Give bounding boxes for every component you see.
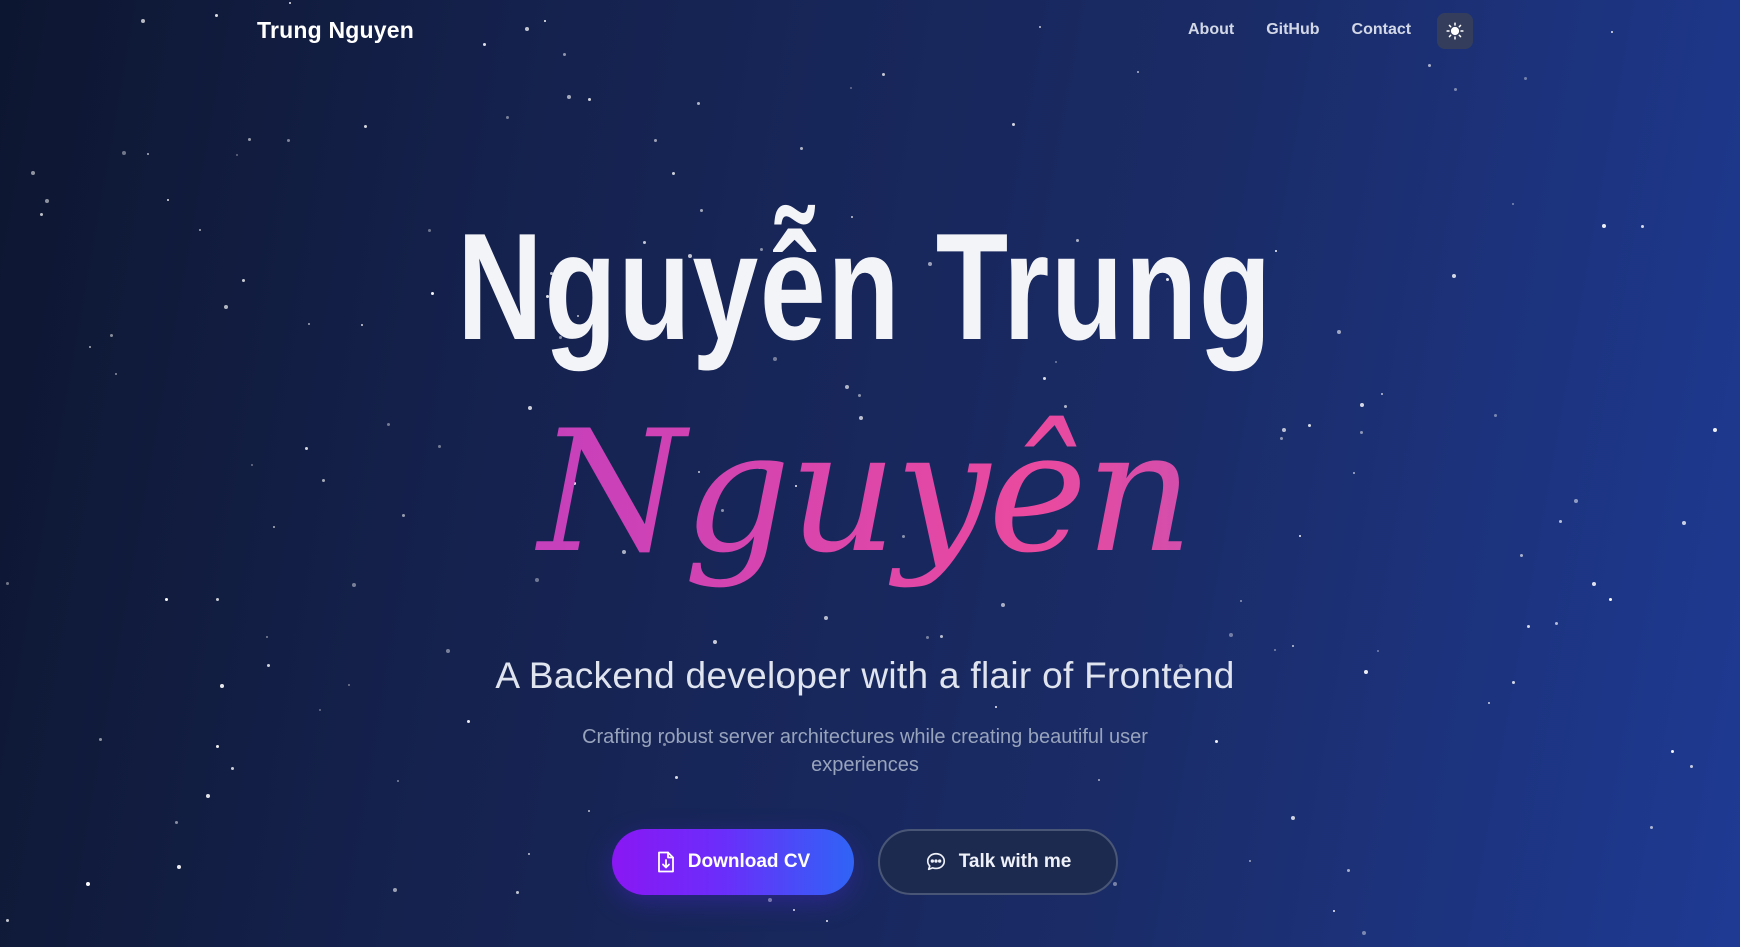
star: [467, 720, 470, 723]
star: [1527, 625, 1530, 628]
nav-links: About GitHub Contact: [1188, 21, 1443, 39]
star: [206, 794, 210, 798]
star: [1650, 826, 1653, 829]
star: [588, 810, 590, 812]
star: [850, 87, 852, 89]
star: [1488, 702, 1490, 704]
star: [147, 153, 149, 155]
star: [654, 139, 657, 142]
star: [1098, 779, 1100, 781]
sun-icon: [1446, 22, 1464, 40]
nav-link-contact[interactable]: Contact: [1352, 21, 1412, 39]
star: [1671, 750, 1674, 753]
download-cv-button[interactable]: Download CV: [612, 829, 854, 895]
star: [845, 385, 849, 389]
file-download-icon: [656, 851, 676, 873]
star: [1274, 649, 1276, 651]
star: [1555, 622, 1558, 625]
star: [1454, 88, 1457, 91]
star: [1690, 765, 1693, 768]
star: [882, 73, 885, 76]
star: [528, 853, 530, 855]
star: [1215, 740, 1218, 743]
talk-with-me-label: Talk with me: [958, 851, 1072, 872]
star: [1001, 603, 1005, 607]
star: [216, 598, 219, 601]
star: [236, 154, 238, 156]
star: [446, 649, 450, 653]
star: [672, 172, 675, 175]
star: [697, 102, 700, 105]
star: [1229, 633, 1233, 637]
star: [800, 147, 803, 150]
star: [393, 888, 397, 892]
theme-toggle-button[interactable]: [1437, 13, 1473, 49]
star: [99, 738, 102, 741]
star: [588, 98, 591, 101]
chat-bubble-icon: [925, 851, 947, 873]
hero-title: Nguyễn Trung: [457, 202, 1273, 372]
star: [1362, 931, 1366, 935]
star: [1292, 645, 1294, 647]
star: [1113, 882, 1117, 886]
star: [768, 898, 772, 902]
hero-subline: Crafting robust server architectures whi…: [582, 726, 1148, 776]
star: [397, 780, 399, 782]
star: [115, 373, 117, 375]
star: [110, 334, 113, 337]
star: [216, 745, 219, 748]
talk-with-me-button[interactable]: Talk with me: [878, 829, 1118, 895]
star: [1249, 860, 1251, 862]
nav-link-github[interactable]: GitHub: [1266, 21, 1319, 39]
brand-logo[interactable]: Trung Nguyen: [257, 17, 414, 44]
top-nav: Trung Nguyen About GitHub Contact: [0, 0, 1740, 64]
download-cv-label: Download CV: [687, 851, 811, 872]
star: [364, 125, 367, 128]
star: [177, 865, 181, 869]
star: [175, 821, 178, 824]
star: [1240, 600, 1242, 602]
star: [926, 636, 929, 639]
star: [89, 346, 91, 348]
star: [287, 139, 290, 142]
star: [713, 640, 717, 644]
star: [1377, 650, 1379, 652]
star: [1291, 816, 1295, 820]
star: [995, 706, 997, 708]
star: [1428, 64, 1431, 67]
star: [40, 213, 43, 216]
star: [122, 151, 126, 155]
star: [165, 598, 168, 601]
star: [567, 95, 571, 99]
star: [6, 919, 9, 922]
star: [793, 909, 795, 911]
star: [45, 199, 49, 203]
star: [248, 138, 251, 141]
star: [1602, 224, 1606, 228]
hero-script-name: Nguyên: [0, 392, 1730, 592]
star: [824, 616, 828, 620]
nav-link-about[interactable]: About: [1188, 21, 1234, 39]
star: [516, 891, 519, 894]
star: [1524, 77, 1527, 80]
star: [506, 116, 509, 119]
star: [1012, 123, 1015, 126]
star: [1137, 71, 1139, 73]
star: [319, 709, 321, 711]
star: [1641, 225, 1644, 228]
star: [1347, 869, 1350, 872]
star: [86, 882, 90, 886]
hero-tagline: A Backend developer with a flair of Fron…: [495, 655, 1235, 696]
star: [31, 171, 35, 175]
star: [231, 767, 234, 770]
star: [1333, 910, 1335, 912]
star: [826, 920, 828, 922]
star: [1609, 598, 1612, 601]
star: [940, 635, 943, 638]
star: [266, 636, 268, 638]
star: [167, 199, 169, 201]
